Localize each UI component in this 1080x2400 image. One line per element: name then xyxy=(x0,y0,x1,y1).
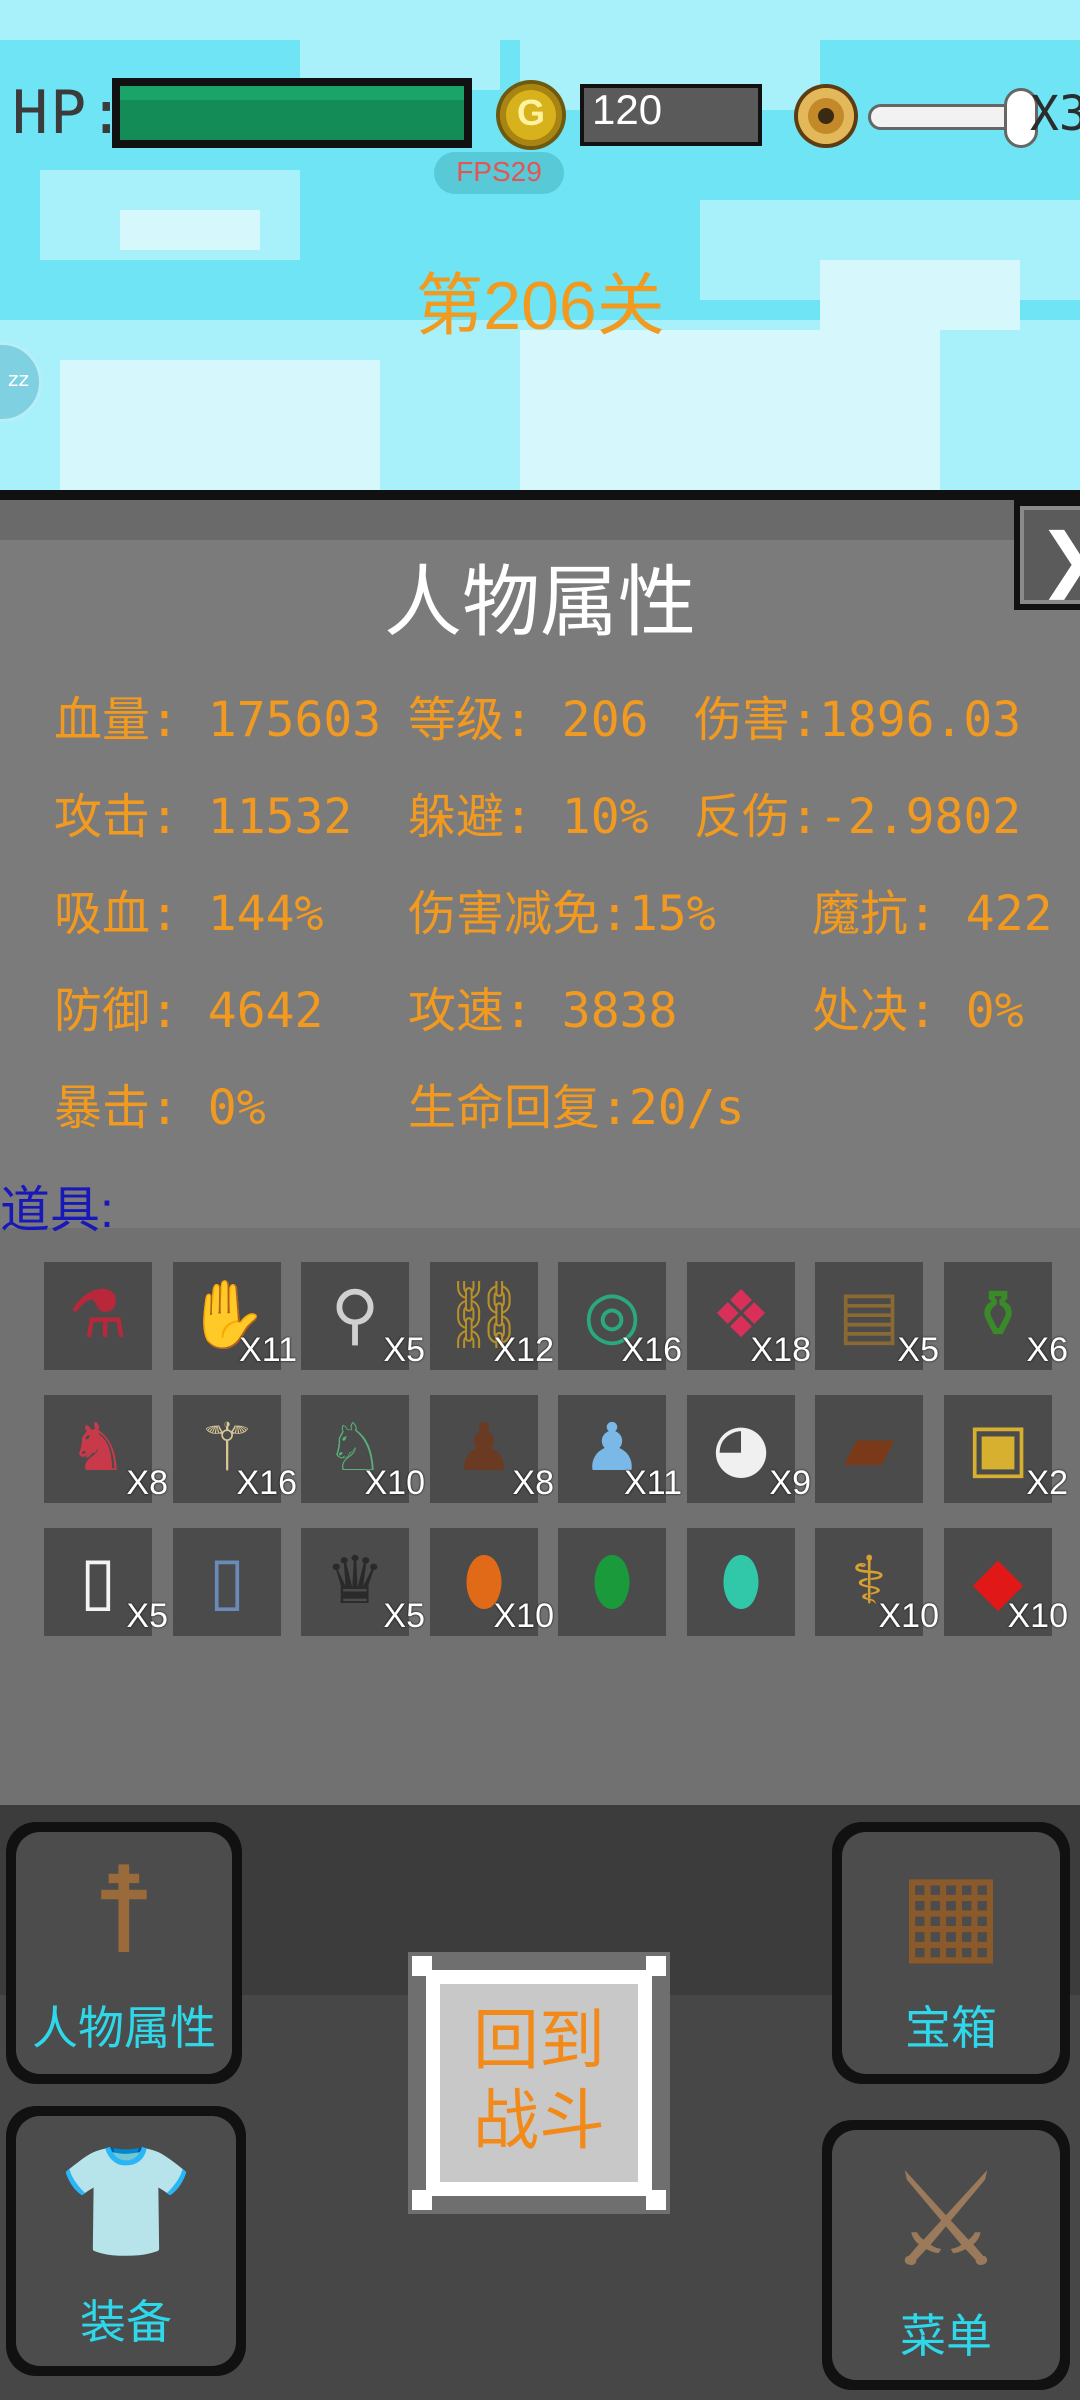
armor-shirt-icon: 👕 xyxy=(57,2137,195,2265)
attributes-label: 人物属性 xyxy=(32,2002,216,2054)
item-count: X5 xyxy=(383,1331,425,1369)
item-count: X16 xyxy=(621,1331,683,1369)
item-count: X10 xyxy=(878,1597,940,1635)
item-slot[interactable]: ⚚ X16 xyxy=(173,1395,297,1503)
stat-damage-reduction: 伤害减免:15% xyxy=(408,886,716,942)
item-count: X10 xyxy=(364,1464,426,1502)
item-slot[interactable]: ♟ X8 xyxy=(430,1395,554,1503)
item-slot[interactable]: ⛓ X12 xyxy=(430,1262,554,1370)
item-slot[interactable]: ✋ X11 xyxy=(173,1262,297,1370)
item-slot[interactable]: ♛ X5 xyxy=(301,1528,425,1636)
item-slot[interactable]: ⬮ xyxy=(687,1528,795,1636)
stat-reflect: 反伤:-2.9802 xyxy=(694,789,1022,845)
item-count: X11 xyxy=(239,1331,297,1369)
item-slot[interactable]: ⬮ X10 xyxy=(430,1528,554,1636)
item-count: X10 xyxy=(493,1597,555,1635)
item-slot[interactable]: ▤ X5 xyxy=(815,1262,939,1370)
stat-dodge: 躲避: 10% xyxy=(408,789,649,845)
hp-bar xyxy=(112,78,472,148)
game-viewport xyxy=(0,0,1080,490)
item-slot[interactable]: ♞ X8 xyxy=(44,1395,168,1503)
panel-header-strip xyxy=(0,500,1080,542)
attributes-button[interactable]: ☨ 人物属性 xyxy=(6,1822,242,2084)
equipment-label: 装备 xyxy=(80,2296,172,2348)
item-slot[interactable]: ⚕ X10 xyxy=(815,1528,939,1636)
menu-label: 菜单 xyxy=(900,2310,992,2362)
item-count: X9 xyxy=(769,1464,811,1502)
item-slot[interactable]: ♟ X11 xyxy=(558,1395,682,1503)
item-count: X6 xyxy=(1026,1331,1068,1369)
item-count: X8 xyxy=(512,1464,554,1502)
menu-button[interactable]: ⚔ 菜单 xyxy=(822,2120,1070,2390)
item-slot[interactable]: ♘ X10 xyxy=(301,1395,425,1503)
item-count: X18 xyxy=(750,1331,812,1369)
stat-regen: 生命回复:20/s xyxy=(408,1080,745,1136)
chest-label: 宝箱 xyxy=(905,2002,997,2054)
item-slot[interactable]: ⚗ xyxy=(44,1262,152,1370)
chest-button[interactable]: ▦ 宝箱 xyxy=(832,1822,1070,2084)
item-count: X16 xyxy=(236,1464,298,1502)
item-count: X2 xyxy=(1026,1464,1068,1502)
equipment-button[interactable]: 👕 装备 xyxy=(6,2106,246,2376)
item-count: X5 xyxy=(126,1597,168,1635)
item-count: X5 xyxy=(383,1597,425,1635)
gold-value: 120 xyxy=(592,86,663,133)
level-title: 第206关 xyxy=(415,268,665,344)
item-slot[interactable]: ▰ xyxy=(815,1395,923,1503)
brown-book-icon: ▰ xyxy=(843,1409,895,1486)
item-slot[interactable]: ◎ X16 xyxy=(558,1262,682,1370)
fps-text: FPS29 xyxy=(456,156,542,187)
stat-execute: 处决: 0% xyxy=(812,983,1024,1039)
item-slot[interactable]: ▯ xyxy=(173,1528,281,1636)
red-potion-icon: ⚗ xyxy=(68,1276,128,1353)
stat-attack-speed: 攻速: 3838 xyxy=(408,983,678,1039)
item-slot[interactable]: ⚱ X6 xyxy=(944,1262,1068,1370)
item-slot[interactable]: ▣ X2 xyxy=(944,1395,1068,1503)
stat-level: 等级: 206 xyxy=(408,692,649,748)
hp-label: HP: xyxy=(12,78,127,148)
item-slot[interactable]: ◕ X9 xyxy=(687,1395,811,1503)
stat-lifesteal: 吸血: 144% xyxy=(54,886,324,942)
stat-damage: 伤害:1896.03 xyxy=(694,692,1022,748)
sleep-icon: zz xyxy=(8,367,29,391)
gear-icon[interactable] xyxy=(798,88,854,144)
item-slot[interactable]: ⚲ X5 xyxy=(301,1262,425,1370)
back-to-battle-label: 回到 战斗 xyxy=(473,2003,605,2157)
scarecrow-icon: ☨ xyxy=(91,1842,157,1981)
stat-defense: 防御: 4642 xyxy=(54,983,324,1039)
item-count: X10 xyxy=(1007,1597,1069,1635)
stat-attack: 攻击: 11532 xyxy=(54,789,353,845)
item-slot[interactable]: ◆ X10 xyxy=(944,1528,1068,1636)
blue-scroll-icon: ▯ xyxy=(208,1542,246,1619)
item-count: X12 xyxy=(493,1331,555,1369)
green-crystal-icon: ⬮ xyxy=(591,1542,633,1619)
coin-icon: G xyxy=(500,84,562,146)
item-slot[interactable]: ❖ X18 xyxy=(687,1262,811,1370)
teal-crystal-icon: ⬮ xyxy=(720,1542,762,1619)
item-count: X8 xyxy=(126,1464,168,1502)
item-slot[interactable]: ▯ X5 xyxy=(44,1528,168,1636)
panel-title: 人物属性 xyxy=(383,558,696,646)
item-count: X5 xyxy=(897,1331,939,1369)
item-slot[interactable]: ⬮ xyxy=(558,1528,666,1636)
stat-magic-resist: 魔抗: 422 xyxy=(812,886,1053,942)
speed-multiplier: X3 xyxy=(1030,86,1080,142)
treasure-chest-icon: ▦ xyxy=(899,1848,1003,1976)
stat-hp: 血量: 175603 xyxy=(54,692,382,748)
stat-crit: 暴击: 0% xyxy=(54,1080,266,1136)
items-label: 道具: xyxy=(0,1182,114,1238)
crossed-swords-icon: ⚔ xyxy=(887,2144,1005,2296)
item-count: X11 xyxy=(624,1464,682,1502)
